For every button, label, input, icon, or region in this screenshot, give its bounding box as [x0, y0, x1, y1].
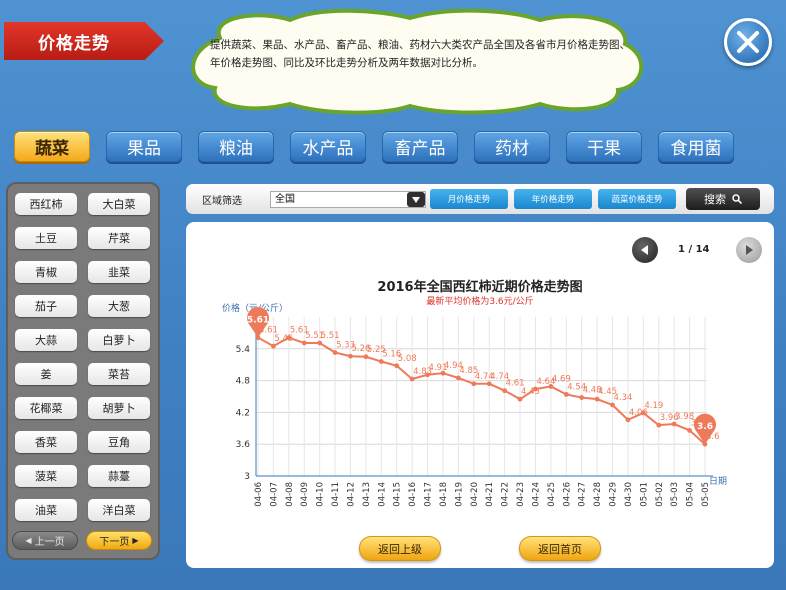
chart-prev-button[interactable]: [632, 237, 658, 263]
veg-item[interactable]: 土豆: [15, 227, 77, 249]
category-tabs: 蔬菜 果品 粮油 水产品 畜产品 药材 干果 食用菌: [14, 131, 774, 163]
veg-item[interactable]: 油菜: [15, 499, 77, 521]
close-icon: [737, 31, 759, 53]
veg-item[interactable]: 茄子: [15, 295, 77, 317]
veg-item[interactable]: 白萝卜: [88, 329, 150, 351]
region-select[interactable]: 全国: [270, 191, 426, 208]
veg-item[interactable]: 姜: [15, 363, 77, 385]
veg-item[interactable]: 青椒: [15, 261, 77, 283]
tab-vegetables[interactable]: 蔬菜: [14, 131, 90, 162]
veg-item[interactable]: 芹菜: [88, 227, 150, 249]
veg-item[interactable]: 菜苔: [88, 363, 150, 385]
yearly-trend-button[interactable]: 年价格走势: [514, 189, 592, 209]
triangle-left-icon: ◀: [25, 536, 32, 545]
vegetable-list-panel: 西红柿 大白菜 土豆 芹菜 青椒 韭菜 茄子 大葱 大蒜 白萝卜 姜 菜苔 花椰…: [6, 182, 160, 560]
chart-title: 2016年全国西红柿近期价格走势图: [377, 280, 583, 295]
triangle-right-icon: ▶: [132, 536, 139, 545]
veg-prev-page-button[interactable]: ◀ 上一页: [12, 531, 78, 550]
search-icon: [732, 194, 742, 204]
veg-item[interactable]: 菠菜: [15, 465, 77, 487]
tab-aquatic[interactable]: 水产品: [290, 131, 366, 162]
filter-bar: 区域筛选 全国 月价格走势 年价格走势 蔬菜价格走势 搜索: [186, 184, 774, 214]
page-title: 价格走势: [38, 33, 110, 54]
veg-item[interactable]: 大葱: [88, 295, 150, 317]
veg-item[interactable]: 胡萝卜: [88, 397, 150, 419]
chevron-down-icon: [407, 192, 425, 207]
veg-next-label: 下一页: [99, 537, 130, 548]
veg-item[interactable]: 豆角: [88, 431, 150, 453]
vegetable-trend-button[interactable]: 蔬菜价格走势: [598, 189, 676, 209]
veg-item[interactable]: 大蒜: [15, 329, 77, 351]
tab-fruits[interactable]: 果品: [106, 131, 182, 162]
triangle-right-icon: [746, 245, 753, 255]
veg-prev-label: 上一页: [34, 537, 65, 548]
veg-item[interactable]: 洋白菜: [88, 499, 150, 521]
page-title-ribbon: 价格走势: [4, 22, 164, 60]
veg-item[interactable]: 韭菜: [88, 261, 150, 283]
veg-item[interactable]: 花椰菜: [15, 397, 77, 419]
veg-item[interactable]: 西红柿: [15, 193, 77, 215]
veg-next-page-button[interactable]: 下一页 ▶: [86, 531, 152, 550]
search-button[interactable]: 搜索: [686, 188, 760, 210]
chart-next-button[interactable]: [736, 237, 762, 263]
description-cloud: 提供蔬菜、果品、水产品、畜产品、粮油、药材六大类农产品全国及各省市月价格走势图、…: [180, 8, 650, 116]
chart-pager: 1 / 14: [632, 237, 766, 265]
veg-item[interactable]: 大白菜: [88, 193, 150, 215]
veg-item[interactable]: 香菜: [15, 431, 77, 453]
chart-panel: [186, 222, 774, 568]
back-button[interactable]: 返回上级: [359, 536, 441, 561]
tab-herbs[interactable]: 药材: [474, 131, 550, 162]
tab-dried-fruits[interactable]: 干果: [566, 131, 642, 162]
page-indicator: 1 / 14: [678, 244, 710, 255]
region-filter-label: 区域筛选: [202, 196, 242, 207]
tab-livestock[interactable]: 畜产品: [382, 131, 458, 162]
monthly-trend-button[interactable]: 月价格走势: [430, 189, 508, 209]
search-label: 搜索: [704, 193, 726, 206]
close-button[interactable]: [724, 18, 772, 66]
tab-grain-oil[interactable]: 粮油: [198, 131, 274, 162]
veg-item[interactable]: 蒜薹: [88, 465, 150, 487]
tab-mushrooms[interactable]: 食用菌: [658, 131, 734, 162]
triangle-left-icon: [641, 245, 648, 255]
home-button[interactable]: 返回首页: [519, 536, 601, 561]
description-text: 提供蔬菜、果品、水产品、畜产品、粮油、药材六大类农产品全国及各省市月价格走势图、…: [210, 39, 630, 69]
chart-subtitle: 最新平均价格为3.6元/公斤: [426, 297, 534, 307]
region-select-value: 全国: [275, 194, 295, 205]
